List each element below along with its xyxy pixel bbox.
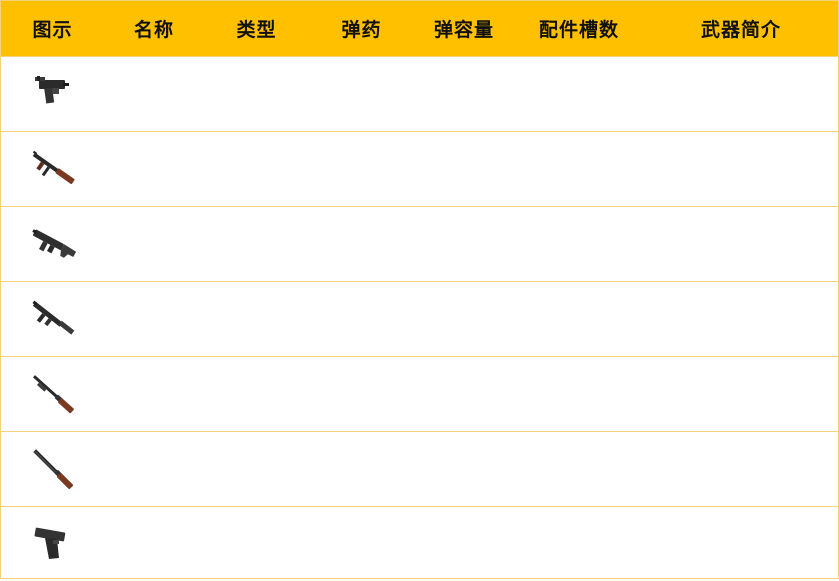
table-row <box>1 357 838 432</box>
cell-slots <box>514 432 644 506</box>
cell-intro <box>644 207 838 281</box>
cell-ammo <box>309 507 414 581</box>
weapon-image-cell <box>1 507 104 581</box>
cell-capacity <box>414 357 514 431</box>
cell-intro <box>644 132 838 206</box>
cell-type <box>204 432 309 506</box>
double-barrel-shotgun-icon <box>32 449 73 490</box>
pump-shotgun-icon <box>32 375 74 414</box>
cell-ammo <box>309 207 414 281</box>
weapon-image-cell <box>1 282 104 356</box>
cell-slots <box>514 207 644 281</box>
cell-intro <box>644 432 838 506</box>
pistol-icon <box>34 527 65 559</box>
cell-name <box>104 357 204 431</box>
cell-intro <box>644 57 838 131</box>
weapon-table: 图示 名称 类型 弹药 弹容量 配件槽数 武器简介 <box>0 0 839 579</box>
vector-icon <box>32 300 74 335</box>
ump-icon <box>31 229 76 258</box>
cell-name <box>104 507 204 581</box>
cell-slots <box>514 282 644 356</box>
table-row <box>1 132 838 207</box>
cell-type <box>204 282 309 356</box>
cell-ammo <box>309 57 414 131</box>
cell-slots <box>514 357 644 431</box>
cell-type <box>204 507 309 581</box>
cell-name <box>104 207 204 281</box>
cell-name <box>104 132 204 206</box>
cell-slots <box>514 507 644 581</box>
table-row <box>1 57 838 132</box>
micro-uzi-icon <box>34 76 69 104</box>
cell-intro <box>644 507 838 581</box>
weapon-image-cell <box>1 132 104 206</box>
cell-capacity <box>414 507 514 581</box>
table-row <box>1 282 838 357</box>
header-intro: 武器简介 <box>700 19 781 41</box>
cell-intro <box>644 357 838 431</box>
table-row <box>1 432 838 507</box>
table-body <box>1 57 838 581</box>
cell-slots <box>514 132 644 206</box>
table-row <box>1 207 838 282</box>
cell-type <box>204 132 309 206</box>
cell-name <box>104 57 204 131</box>
cell-name <box>104 282 204 356</box>
cell-type <box>204 57 309 131</box>
cell-capacity <box>414 57 514 131</box>
weapon-image-cell <box>1 357 104 431</box>
cell-ammo <box>309 357 414 431</box>
header-icon: 图示 <box>32 19 73 41</box>
cell-capacity <box>414 132 514 206</box>
cell-capacity <box>414 282 514 356</box>
cell-capacity <box>414 207 514 281</box>
cell-capacity <box>414 432 514 506</box>
header-capacity: 弹容量 <box>433 19 494 41</box>
weapon-image-cell <box>1 207 104 281</box>
cell-slots <box>514 57 644 131</box>
cell-type <box>204 207 309 281</box>
header-type: 类型 <box>236 19 277 41</box>
cell-name <box>104 432 204 506</box>
cell-ammo <box>309 132 414 206</box>
weapon-image-cell <box>1 57 104 131</box>
weapon-image-cell <box>1 432 104 506</box>
cell-ammo <box>309 432 414 506</box>
table-row <box>1 507 838 581</box>
cell-ammo <box>309 282 414 356</box>
header-ammo: 弹药 <box>341 19 382 41</box>
tommy-gun-icon <box>32 150 75 185</box>
header-name: 名称 <box>133 19 174 41</box>
table-header: 图示 名称 类型 弹药 弹容量 配件槽数 武器简介 <box>1 1 838 57</box>
cell-type <box>204 357 309 431</box>
header-slots: 配件槽数 <box>538 19 619 41</box>
cell-intro <box>644 282 838 356</box>
